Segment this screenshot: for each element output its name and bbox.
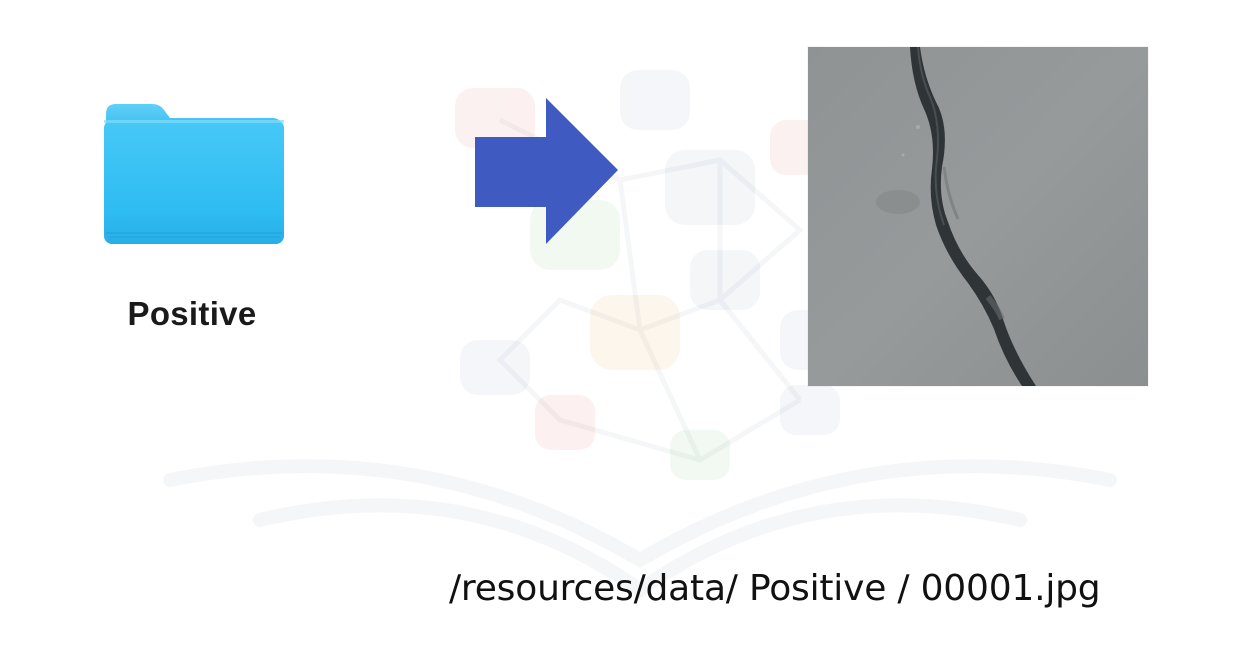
folder-icon — [104, 104, 284, 244]
folder-label: Positive — [127, 295, 257, 332]
right-arrow-icon — [475, 98, 618, 244]
arrow — [474, 97, 620, 247]
crack-image — [808, 46, 1148, 386]
file-path-text: /resources/data/ Positive / 00001.jpg — [449, 568, 1101, 609]
folder[interactable] — [100, 100, 286, 250]
crack-thumbnail — [808, 46, 1148, 386]
slide: Positive /resources/data/ Positive / 000… — [0, 0, 1240, 647]
